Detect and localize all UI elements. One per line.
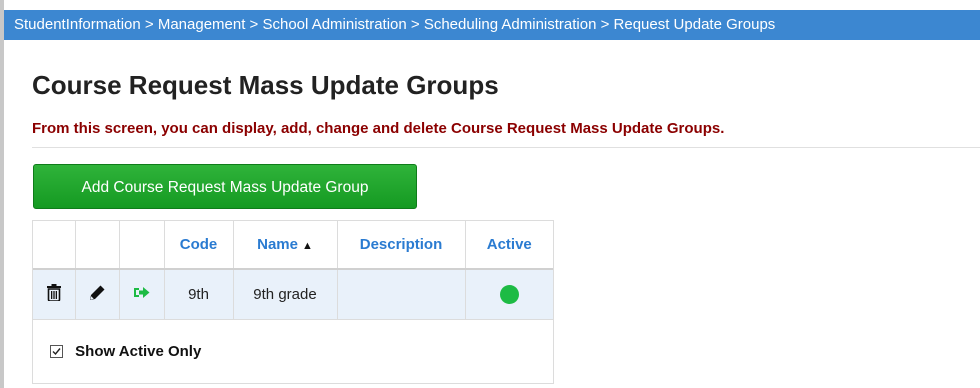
table-header-row: Code Name ▲ Description Active xyxy=(33,221,553,269)
pencil-icon[interactable] xyxy=(89,284,106,305)
delete-cell xyxy=(33,269,76,320)
header-code-label[interactable]: Code xyxy=(180,236,218,253)
description-cell xyxy=(337,269,466,320)
header-name-label[interactable]: Name xyxy=(257,236,298,253)
breadcrumb-text[interactable]: StudentInformation > Management > School… xyxy=(14,16,775,33)
arrow-right-icon[interactable] xyxy=(133,285,151,304)
header-name[interactable]: Name ▲ xyxy=(233,221,338,269)
trash-icon[interactable] xyxy=(46,283,61,305)
header-description[interactable]: Description xyxy=(337,221,466,269)
edit-cell xyxy=(75,269,120,320)
header-code[interactable]: Code xyxy=(164,221,234,269)
name-cell: 9th grade xyxy=(233,269,338,320)
add-group-button[interactable]: Add Course Request Mass Update Group xyxy=(33,164,417,209)
header-description-label[interactable]: Description xyxy=(360,236,443,253)
grid-footer-cell: Show Active Only xyxy=(33,319,553,383)
code-cell: 9th xyxy=(164,269,234,320)
active-cell xyxy=(465,269,553,320)
header-delete-col xyxy=(33,221,76,269)
header-active-label[interactable]: Active xyxy=(487,236,532,253)
active-status-icon xyxy=(499,284,519,304)
window-left-border xyxy=(0,0,4,388)
page-instructions: From this screen, you can display, add, … xyxy=(32,120,725,137)
header-edit-col xyxy=(75,221,120,269)
groups-table: Code Name ▲ Description Active 9th 9th g… xyxy=(33,221,553,383)
show-active-only-checkbox[interactable] xyxy=(50,345,63,359)
header-active[interactable]: Active xyxy=(465,221,553,269)
breadcrumb[interactable]: StudentInformation > Management > School… xyxy=(4,10,980,40)
sort-ascending-icon[interactable]: ▲ xyxy=(302,240,313,252)
show-active-only-label[interactable]: Show Active Only xyxy=(75,343,201,360)
groups-grid: Code Name ▲ Description Active 9th 9th g… xyxy=(32,220,554,384)
divider xyxy=(32,147,980,148)
table-row: 9th 9th grade xyxy=(33,269,553,320)
grid-footer: Show Active Only xyxy=(33,319,553,383)
open-cell xyxy=(119,269,165,320)
page-title: Course Request Mass Update Groups xyxy=(32,70,499,100)
header-open-col xyxy=(119,221,165,269)
